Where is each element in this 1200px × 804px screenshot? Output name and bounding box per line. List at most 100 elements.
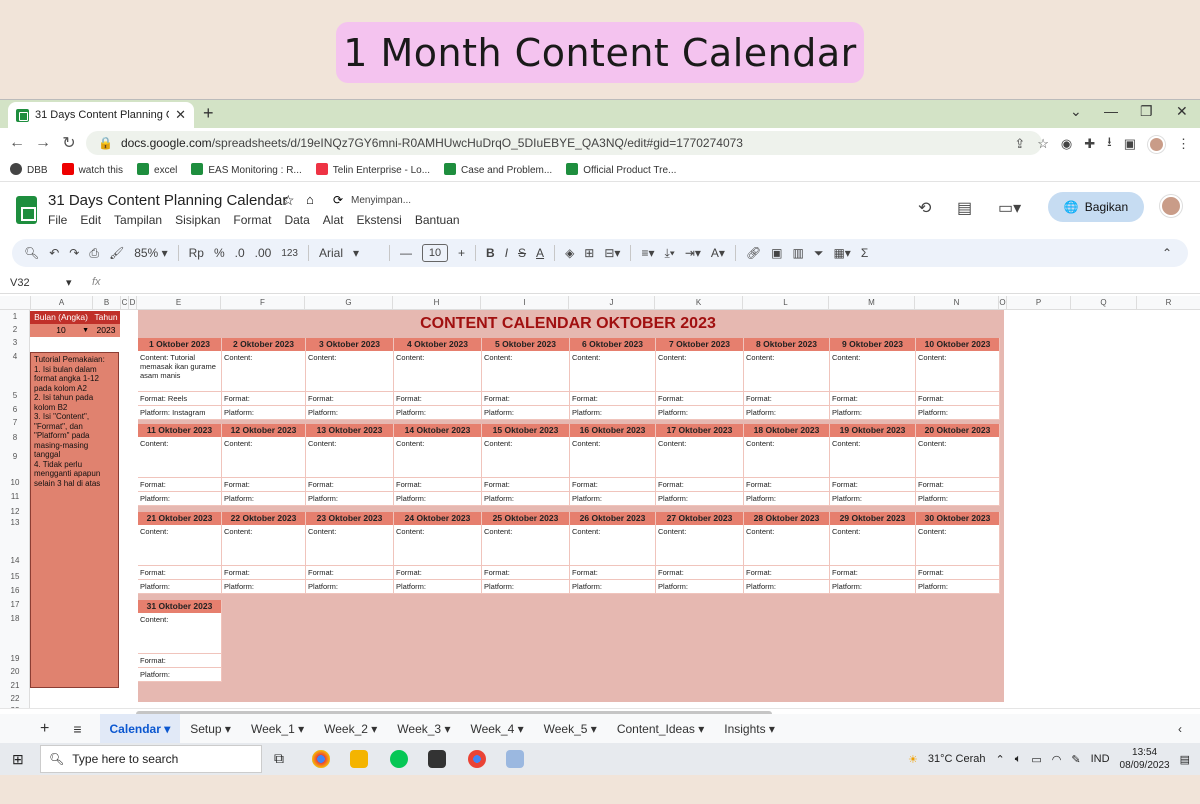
content-cell[interactable]: Content: (830, 525, 916, 566)
format-cell[interactable]: Format: (916, 392, 1000, 406)
content-cell[interactable]: Content: (656, 437, 744, 478)
day-header[interactable]: 25 Oktober 2023 (482, 512, 570, 525)
menu-edit[interactable]: Edit (80, 213, 101, 227)
day-header[interactable]: 12 Oktober 2023 (222, 424, 306, 437)
content-cell[interactable]: Content: (482, 525, 570, 566)
column-header[interactable]: R (1136, 296, 1200, 309)
minimize-icon[interactable]: — (1104, 103, 1118, 119)
sheet-tab-week2[interactable]: Week_2 ▾ (314, 714, 387, 744)
share-page-icon[interactable]: ⇪ (1014, 136, 1025, 152)
content-cell[interactable]: Content: (830, 351, 916, 392)
row-header[interactable]: 15 (0, 572, 30, 581)
row-header[interactable]: 22 (0, 694, 30, 703)
windows-start-icon[interactable]: ⊞ (12, 751, 24, 768)
menu-tools[interactable]: Alat (323, 213, 344, 227)
day-header[interactable]: 6 Oktober 2023 (570, 338, 656, 351)
content-cell[interactable]: Content: (570, 351, 656, 392)
language-indicator[interactable]: IND (1091, 753, 1110, 765)
taskbar-search[interactable]: 🔍︎ Type here to search (40, 745, 262, 773)
format-cell[interactable]: Format: (744, 392, 830, 406)
row-header[interactable]: 14 (0, 556, 30, 565)
content-cell[interactable]: Content: (222, 525, 306, 566)
content-cell[interactable]: Content: (744, 525, 830, 566)
platform-cell[interactable]: Platform: (138, 668, 222, 682)
all-sheets-icon[interactable]: ≡ (63, 714, 99, 744)
paint-icon[interactable] (506, 750, 524, 768)
format-cell[interactable]: Format: (744, 478, 830, 492)
platform-cell[interactable]: Platform: (138, 492, 222, 506)
content-cell[interactable]: Content: (916, 525, 1000, 566)
platform-cell[interactable]: Platform: (306, 406, 394, 420)
menu-format[interactable]: Format (233, 213, 271, 227)
bookmark-item[interactable]: EAS Monitoring : R... (191, 163, 302, 176)
content-cell[interactable]: Content: (138, 613, 222, 654)
column-header[interactable]: K (654, 296, 742, 309)
tray-overflow-icon[interactable]: ⌃ (996, 753, 1005, 766)
month-input[interactable]: 10 ▼ (30, 324, 92, 337)
font-size-input[interactable]: 10 (422, 244, 448, 262)
increase-decimal-button[interactable]: .00 (255, 246, 272, 260)
tab-search-icon[interactable]: ⌄ (1070, 103, 1082, 120)
column-header[interactable]: H (392, 296, 480, 309)
merge-cells-icon[interactable]: ⊟▾ (604, 246, 620, 260)
content-cell[interactable]: Content: (482, 437, 570, 478)
day-header[interactable]: 23 Oktober 2023 (306, 512, 394, 525)
content-cell[interactable]: Content: (744, 437, 830, 478)
content-cell[interactable]: Content: Tutorial memasak ikan gurame as… (138, 351, 222, 392)
insert-chart-icon[interactable]: ▥ (793, 246, 804, 260)
format-cell[interactable]: Format: (916, 478, 1000, 492)
row-header[interactable]: 5 (0, 391, 30, 400)
fill-color-icon[interactable]: ◈ (565, 246, 574, 260)
column-header[interactable]: F (220, 296, 304, 309)
row-header[interactable]: 10 (0, 478, 30, 487)
content-cell[interactable]: Content: (570, 525, 656, 566)
filter-views-icon[interactable]: ▦▾ (833, 246, 850, 260)
day-header[interactable]: 5 Oktober 2023 (482, 338, 570, 351)
format-cell[interactable]: Format: (394, 478, 482, 492)
url-input[interactable]: 🔒 docs.google.com/spreadsheets/d/19eINQz… (86, 131, 1042, 155)
platform-cell[interactable]: Platform: (482, 492, 570, 506)
bookmark-item[interactable]: excel (137, 163, 177, 176)
wifi-icon[interactable]: ◠ (1052, 753, 1062, 766)
text-color-icon[interactable]: A (536, 246, 544, 260)
platform-cell[interactable]: Platform: (744, 580, 830, 594)
content-cell[interactable]: Content: (306, 437, 394, 478)
row-header[interactable]: 3 (0, 338, 30, 347)
platform-cell[interactable]: Platform: (656, 580, 744, 594)
row-header[interactable]: 16 (0, 586, 30, 595)
sheet-tab-week4[interactable]: Week_4 ▾ (460, 714, 533, 744)
browser-tab[interactable]: 31 Days Content Planning Calendar ✕ (8, 102, 194, 128)
name-box-dropdown-icon[interactable]: ▾ (66, 276, 72, 289)
platform-cell[interactable]: Platform: (744, 406, 830, 420)
day-header[interactable]: 22 Oktober 2023 (222, 512, 306, 525)
align-horizontal-icon[interactable]: ≡▾ (641, 246, 654, 260)
sheet-tab-week3[interactable]: Week_3 ▾ (387, 714, 460, 744)
day-header[interactable]: 30 Oktober 2023 (916, 512, 1000, 525)
restore-icon[interactable]: ❐ (1140, 103, 1153, 120)
menu-icon[interactable]: ⋮ (1177, 136, 1190, 152)
bookmark-star-icon[interactable]: ☆ (1037, 136, 1049, 152)
paint-format-icon[interactable]: 🖌︎ (109, 246, 124, 260)
back-icon[interactable]: ← (4, 134, 30, 152)
notifications-icon[interactable]: ▤ (1180, 753, 1190, 766)
insert-comment-icon[interactable]: ▣ (771, 246, 782, 260)
format-cell[interactable]: Format: (306, 566, 394, 580)
font-size-decrease[interactable]: — (400, 246, 412, 260)
bookmark-item[interactable]: Official Product Tre... (566, 163, 676, 176)
text-rotation-icon[interactable]: A▾ (711, 246, 725, 260)
content-cell[interactable]: Content: (394, 525, 482, 566)
bookmark-item[interactable]: Telin Enterprise - Lo... (315, 163, 430, 176)
content-cell[interactable]: Content: (394, 351, 482, 392)
row-header[interactable]: 21 (0, 681, 30, 690)
format-cell[interactable]: Format: (570, 392, 656, 406)
print-icon[interactable]: ⎙ (89, 246, 99, 261)
sheet-tabs-scroll-icon[interactable]: ‹ (1178, 722, 1182, 736)
task-view-icon[interactable]: ⧉ (274, 750, 284, 767)
content-cell[interactable]: Content: (916, 437, 1000, 478)
format-cell[interactable]: Format: (306, 392, 394, 406)
row-header[interactable]: 11 (0, 492, 30, 501)
extension-icon[interactable]: ◉ (1061, 136, 1072, 152)
user-avatar[interactable] (1160, 195, 1182, 217)
chrome-icon[interactable] (312, 750, 330, 768)
content-cell[interactable]: Content: (656, 525, 744, 566)
